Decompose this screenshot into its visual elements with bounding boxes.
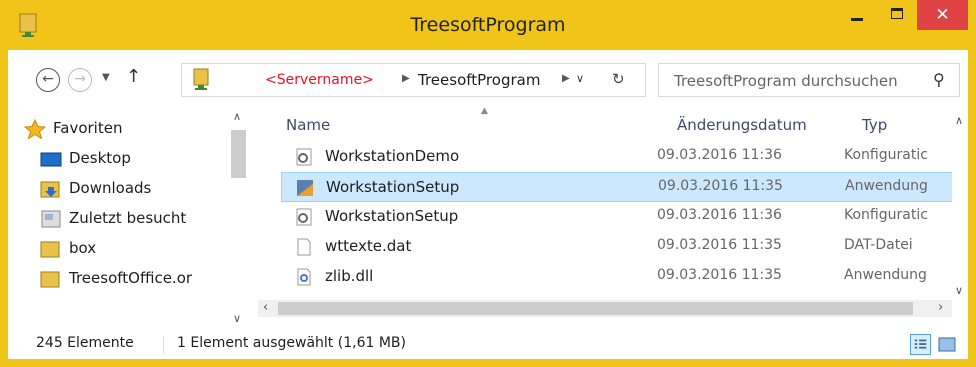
nav-item-recent[interactable]: Zuletzt besucht: [8, 204, 228, 234]
arrow-right-icon: →: [74, 71, 86, 87]
breadcrumb-chevron-icon[interactable]: ▶: [562, 73, 570, 84]
search-icon[interactable]: ⚲: [933, 70, 945, 89]
file-type: Konfiguratic: [844, 207, 928, 223]
nav-item-box[interactable]: box: [8, 234, 228, 264]
nav-item-label: Desktop: [69, 149, 131, 167]
scroll-down-icon[interactable]: ∨: [233, 312, 241, 325]
config-file-icon: [296, 148, 312, 166]
breadcrumb-current[interactable]: TreesoftProgram: [418, 71, 540, 89]
scroll-left-icon[interactable]: ‹: [263, 300, 268, 315]
file-list-scrollbar[interactable]: ∧ ∨: [952, 108, 968, 330]
nav-item-favorites[interactable]: Favoriten: [8, 114, 228, 144]
scroll-right-icon[interactable]: ›: [938, 300, 943, 315]
nav-item-label: Zuletzt besucht: [69, 209, 187, 227]
explorer-window: TreesoftProgram ✕ ← → ▼ ↑ <Servername> ▶…: [0, 0, 976, 367]
large-icons-view-icon[interactable]: [938, 336, 956, 353]
nav-item-label: Favoriten: [53, 119, 123, 137]
file-name: WorkstationSetup: [326, 178, 460, 196]
minimize-icon: [851, 18, 863, 21]
horizontal-scrollbar[interactable]: ‹ ›: [258, 300, 952, 317]
breadcrumb-servername[interactable]: <Servername>: [265, 72, 374, 88]
window-title: TreesoftProgram: [410, 14, 566, 36]
nav-pane-scrollbar[interactable]: ∧ ∨: [230, 108, 247, 330]
close-icon: ✕: [935, 5, 950, 25]
address-bar[interactable]: <Servername> ▶ TreesoftProgram ▶ ∨ ↻: [181, 63, 646, 97]
file-date: 09.03.2016 11:35: [657, 237, 782, 253]
column-header-type[interactable]: Typ: [862, 116, 887, 134]
search-box[interactable]: TreesoftProgram durchsuchen ⚲: [658, 63, 960, 97]
scroll-thumb[interactable]: [231, 130, 246, 178]
star-icon: [24, 119, 46, 139]
maximize-icon: [891, 8, 903, 19]
file-name: WorkstationSetup: [325, 207, 459, 225]
status-divider: [163, 336, 164, 354]
file-date: 09.03.2016 11:36: [657, 147, 782, 163]
file-name: wttexte.dat: [325, 237, 412, 255]
minimize-button[interactable]: [837, 0, 877, 30]
nav-item-label: Downloads: [69, 179, 152, 197]
search-input[interactable]: TreesoftProgram durchsuchen: [674, 72, 898, 90]
nav-item-downloads[interactable]: Downloads: [8, 174, 228, 204]
dll-file-icon: [297, 268, 311, 286]
file-date: 09.03.2016 11:35: [658, 178, 783, 194]
file-list: Name ▲ Änderungsdatum Typ WorkstationDem…: [258, 108, 968, 330]
folder-icon: [40, 271, 60, 288]
setup-application-icon: [297, 180, 313, 196]
scroll-thumb[interactable]: [278, 302, 913, 315]
file-row[interactable]: WorkstationSetup 09.03.2016 11:36 Konfig…: [281, 202, 958, 232]
up-button[interactable]: ↑: [126, 66, 141, 87]
desktop-icon: [40, 152, 62, 167]
nav-item-label: box: [69, 239, 97, 257]
scroll-up-icon[interactable]: ∧: [955, 114, 963, 127]
file-row-selected[interactable]: WorkstationSetup 09.03.2016 11:35 Anwend…: [281, 172, 958, 202]
scroll-down-icon[interactable]: ∨: [955, 284, 963, 297]
close-button[interactable]: ✕: [917, 0, 968, 30]
recent-locations-dropdown[interactable]: ▼: [102, 72, 110, 83]
file-type: Anwendung: [844, 267, 927, 283]
nav-item-treesoftoffice[interactable]: TreesoftOffice.or: [8, 264, 228, 294]
file-row[interactable]: wttexte.dat 09.03.2016 11:35 DAT-Datei: [281, 232, 958, 262]
forward-button[interactable]: →: [68, 68, 92, 92]
file-row[interactable]: WorkstationDemo 09.03.2016 11:36 Konfigu…: [281, 142, 958, 172]
recent-places-icon: [41, 210, 61, 228]
navigation-toolbar: ← → ▼ ↑ <Servername> ▶ TreesoftProgram ▶…: [8, 50, 968, 108]
config-file-icon: [296, 208, 312, 226]
arrow-left-icon: ←: [42, 71, 54, 87]
item-count: 245 Elemente: [36, 335, 134, 351]
file-name: WorkstationDemo: [325, 147, 460, 165]
details-view-icon[interactable]: [910, 334, 931, 355]
file-date: 09.03.2016 11:36: [657, 207, 782, 223]
address-dropdown-icon[interactable]: ∨: [576, 72, 584, 85]
navigation-pane: Favoriten Desktop Downloads Zuletzt besu…: [8, 108, 244, 330]
file-date: 09.03.2016 11:35: [657, 267, 782, 283]
breadcrumb-chevron-icon[interactable]: ▶: [402, 73, 410, 84]
blank-file-icon: [297, 238, 311, 256]
status-bar: 245 Elemente 1 Element ausgewählt (1,61 …: [8, 330, 968, 359]
file-name: zlib.dll: [325, 267, 374, 285]
file-type: DAT-Datei: [844, 237, 913, 253]
nav-item-label: TreesoftOffice.or: [69, 269, 193, 287]
folder-icon: [40, 241, 60, 258]
maximize-button[interactable]: [877, 0, 917, 30]
arrow-up-icon: ↑: [126, 66, 142, 87]
sort-ascending-icon: ▲: [481, 108, 488, 116]
folder-network-icon: [193, 68, 209, 90]
column-header-date[interactable]: Änderungsdatum: [677, 116, 807, 134]
downloads-folder-icon: [40, 181, 60, 198]
selection-info: 1 Element ausgewählt (1,61 MB): [177, 335, 406, 351]
title-bar[interactable]: TreesoftProgram ✕: [0, 0, 976, 50]
back-button[interactable]: ←: [36, 68, 60, 92]
column-header-name[interactable]: Name: [286, 116, 330, 134]
refresh-icon[interactable]: ↻: [612, 70, 625, 88]
file-type: Anwendung: [845, 178, 928, 194]
window-body: ← → ▼ ↑ <Servername> ▶ TreesoftProgram ▶…: [8, 50, 968, 359]
nav-item-desktop[interactable]: Desktop: [8, 144, 228, 174]
scroll-up-icon[interactable]: ∧: [233, 110, 241, 123]
file-type: Konfiguratic: [844, 147, 928, 163]
file-row[interactable]: zlib.dll 09.03.2016 11:35 Anwendung: [281, 262, 958, 292]
